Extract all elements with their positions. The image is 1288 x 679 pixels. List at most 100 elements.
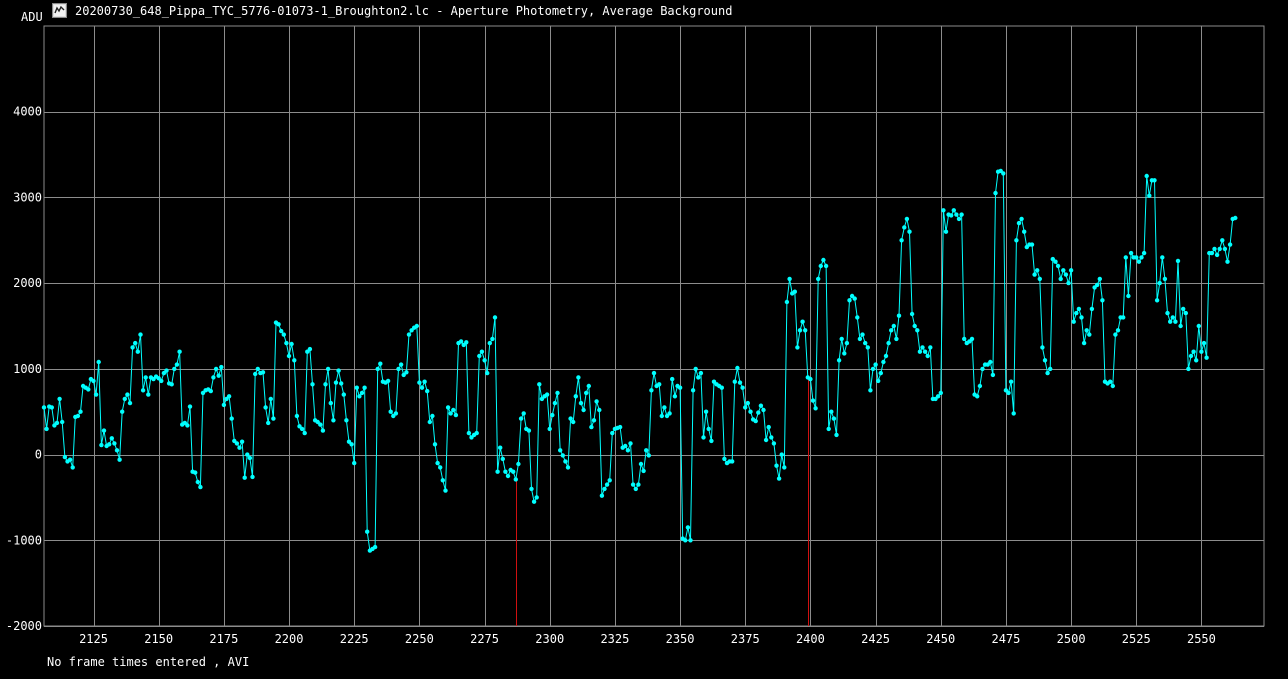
data-point: [1019, 216, 1024, 222]
data-point: [797, 328, 803, 333]
data-point: [1134, 255, 1139, 260]
data-point: [688, 538, 693, 543]
data-point: [873, 362, 878, 367]
y-tick-label: 4000: [13, 105, 42, 119]
data-point: [902, 225, 907, 230]
data-point: [1194, 358, 1199, 363]
data-point: [292, 358, 297, 363]
data-point: [959, 212, 964, 217]
data-point: [748, 409, 753, 414]
data-point: [1214, 252, 1220, 258]
data-point: [550, 412, 555, 418]
data-point: [792, 289, 797, 294]
data-point: [253, 371, 258, 377]
data-point: [969, 336, 975, 342]
data-point: [193, 470, 198, 475]
data-point: [977, 383, 983, 389]
plot-frame: [43, 25, 1265, 627]
data-point: [1042, 358, 1048, 363]
data-point: [339, 381, 344, 386]
data-point: [1061, 268, 1066, 273]
data-point: [414, 323, 419, 329]
data-point: [1040, 345, 1045, 350]
data-point: [500, 456, 505, 462]
data-point: [881, 359, 886, 365]
x-tick-label: 2225: [340, 632, 369, 646]
data-point: [1154, 298, 1160, 303]
data-point: [571, 419, 576, 425]
data-point: [1084, 328, 1089, 333]
data-point: [140, 388, 146, 393]
y-tick-label: -2000: [6, 619, 42, 633]
data-point: [852, 296, 857, 301]
data-point: [766, 424, 771, 430]
data-point: [477, 353, 482, 359]
data-point: [427, 419, 432, 425]
data-point: [787, 276, 792, 282]
data-point: [1014, 238, 1019, 243]
data-point: [286, 353, 292, 359]
data-point: [737, 380, 743, 385]
x-tick-label: 2325: [600, 632, 629, 646]
data-point: [956, 216, 962, 222]
data-point: [685, 525, 691, 530]
data-point: [109, 436, 115, 441]
data-point: [333, 380, 339, 385]
data-point: [544, 392, 550, 397]
data-point: [878, 370, 883, 376]
data-point: [1029, 242, 1035, 247]
data-point: [279, 328, 284, 334]
data-point: [1048, 366, 1053, 372]
data-point: [534, 495, 539, 500]
data-point: [531, 499, 537, 504]
data-point: [425, 388, 430, 394]
data-point: [912, 323, 917, 329]
data-point: [195, 479, 200, 485]
data-point: [352, 460, 357, 466]
data-point: [294, 413, 300, 419]
data-point: [803, 328, 808, 333]
data-point: [44, 426, 49, 432]
data-point: [941, 208, 946, 213]
data-point: [868, 388, 873, 393]
x-tick-label: 2300: [535, 632, 564, 646]
data-point: [610, 430, 615, 436]
data-point: [1141, 250, 1147, 256]
data-point: [690, 388, 696, 393]
data-point: [221, 402, 227, 408]
data-point: [41, 405, 47, 410]
data-point: [630, 482, 636, 487]
data-point: [57, 396, 62, 402]
data-point: [54, 420, 60, 426]
data-point: [928, 345, 933, 350]
data-point: [1183, 310, 1189, 316]
data-point: [943, 229, 949, 234]
data-point: [1186, 366, 1191, 372]
data-point: [1227, 242, 1233, 247]
data-point: [1032, 272, 1037, 277]
data-point: [143, 375, 148, 380]
x-tick-label: 2125: [79, 632, 108, 646]
data-point: [604, 482, 610, 487]
data-point: [86, 387, 91, 392]
data-point: [769, 435, 774, 440]
data-point: [633, 486, 638, 492]
data-point: [310, 382, 315, 387]
data-point: [573, 394, 578, 399]
data-point: [503, 469, 508, 474]
data-point: [758, 403, 764, 408]
data-point: [396, 366, 401, 372]
data-point: [547, 426, 552, 432]
data-point: [1222, 246, 1228, 252]
data-point: [398, 362, 404, 367]
data-point: [174, 362, 180, 367]
data-point: [537, 382, 542, 387]
data-point: [670, 376, 675, 382]
data-point: [216, 373, 221, 378]
data-point: [198, 484, 203, 490]
data-point: [1089, 306, 1095, 312]
data-point: [1081, 340, 1087, 346]
data-point: [552, 400, 558, 406]
data-point: [138, 332, 143, 337]
data-point: [889, 328, 894, 333]
